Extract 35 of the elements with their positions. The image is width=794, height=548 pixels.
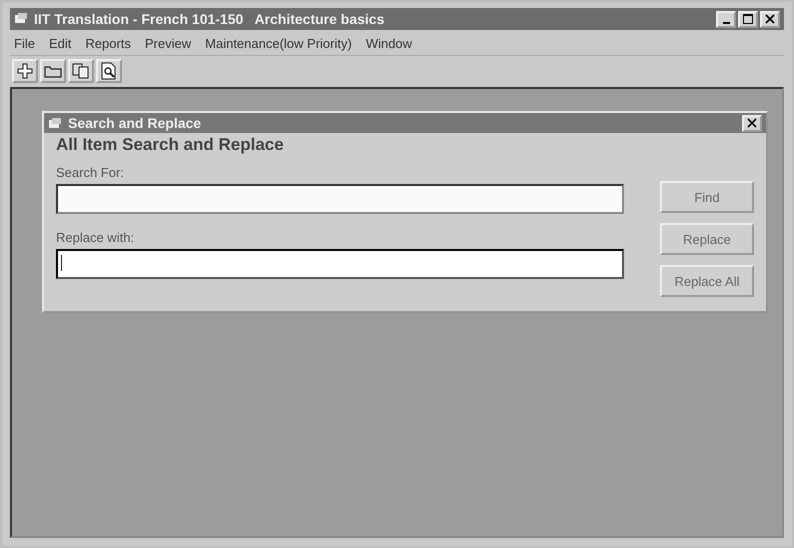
toolbar-button[interactable] [68,59,94,83]
minimize-icon [722,22,730,24]
maximize-icon [743,14,753,24]
menu-item[interactable]: Reports [85,36,131,51]
dialog-button[interactable]: Replace All [660,265,754,297]
field-label: Replace with: [56,230,136,245]
dialog-icon [48,118,62,128]
menu-item[interactable]: Window [366,36,412,51]
toolbar-button[interactable] [40,59,66,83]
close-button[interactable] [760,10,780,28]
close-button[interactable] [742,114,762,132]
window-title: IIT Translation - French 101-150 Architecture basics [34,11,384,27]
copy-icon [72,63,90,79]
toolbar-button[interactable] [96,59,122,83]
maximize-button[interactable] [738,10,758,28]
menu-item[interactable]: File [14,36,35,51]
dialog-button[interactable]: Replace [660,223,754,255]
toolbar-button[interactable] [12,59,38,83]
dialog-heading: All Item Search and Replace [56,135,285,155]
menu-item[interactable]: Preview [144,36,192,51]
field-label: Search For: [56,165,125,180]
app-icon [14,13,28,25]
plus-icon [17,63,33,79]
text-cursor [61,255,62,271]
dialog-button[interactable]: Find [660,181,754,213]
folder-icon [44,64,62,78]
close-icon [765,14,775,24]
menu-item[interactable]: Maintenance(low Priority) [205,36,352,51]
dialog-title: Search and Replace [68,115,202,131]
minimize-button[interactable] [716,10,736,28]
input-field[interactable] [56,249,624,279]
print-preview-icon [101,62,117,80]
menu-item[interactable]: Edit [48,36,72,51]
input-field[interactable] [56,184,624,214]
close-icon [747,118,757,128]
